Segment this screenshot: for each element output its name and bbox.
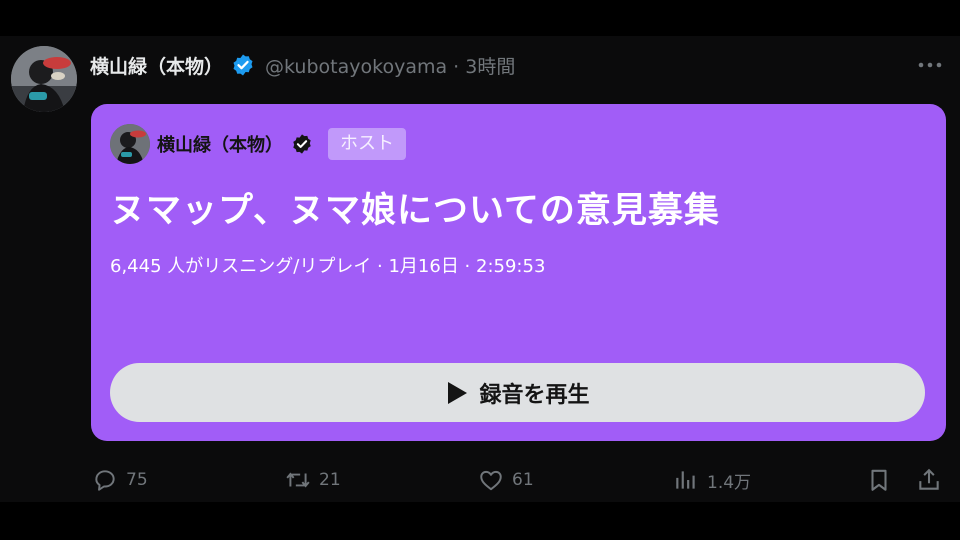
space-title: ヌマップ、ヌマ娘についての意見募集 [110,191,720,231]
host-badge: ホスト [328,128,406,160]
bookmark-icon [871,469,887,491]
views-icon [676,471,695,489]
share-button[interactable] [916,462,942,498]
host-verified-icon [291,133,313,155]
more-icon[interactable] [912,52,948,78]
reply-icon [95,470,115,491]
author-handle-time[interactable]: @kubotayokoyama · 3時間 [265,52,515,79]
share-icon [919,468,939,490]
host-avatar [110,124,150,164]
host-name: 横山緑（本物） [157,135,283,156]
space-card[interactable]: 横山緑（本物） ホスト ヌマップ、ヌマ娘についての意見募集 6,445 人がリス… [91,104,946,441]
author-display-name[interactable]: 横山緑（本物） [90,52,223,79]
verified-badge-icon[interactable] [231,53,255,77]
bookmark-button[interactable] [866,462,892,498]
retweet-icon [286,472,310,488]
space-host: 横山緑（本物） ホスト [110,124,406,164]
space-meta: 6,445 人がリスニング/リプレイ · 1月16日 · 2:59:53 [110,256,546,277]
tweet-header: 横山緑（本物） @kubotayokoyama · 3時間 [90,50,515,80]
reply-count: 75 [126,470,148,490]
play-icon [445,380,469,406]
views-button[interactable]: 1.4万 [673,462,751,498]
tweet-actions: 75 21 61 1.4万 [0,462,960,498]
like-icon [480,470,502,491]
play-recording-label: 録音を再生 [479,381,590,407]
retweet-count: 21 [319,470,341,490]
like-button[interactable]: 61 [478,462,534,498]
tweet[interactable]: 横山緑（本物） @kubotayokoyama · 3時間 横山緑（本物） ホス… [0,36,960,502]
retweet-button[interactable]: 21 [285,462,341,498]
play-recording-button[interactable]: 録音を再生 [110,363,925,422]
screen-frame: 横山緑（本物） @kubotayokoyama · 3時間 横山緑（本物） ホス… [0,0,960,540]
like-count: 61 [512,470,534,490]
reply-button[interactable]: 75 [92,462,148,498]
view-count: 1.4万 [707,472,752,493]
avatar[interactable] [11,46,77,112]
